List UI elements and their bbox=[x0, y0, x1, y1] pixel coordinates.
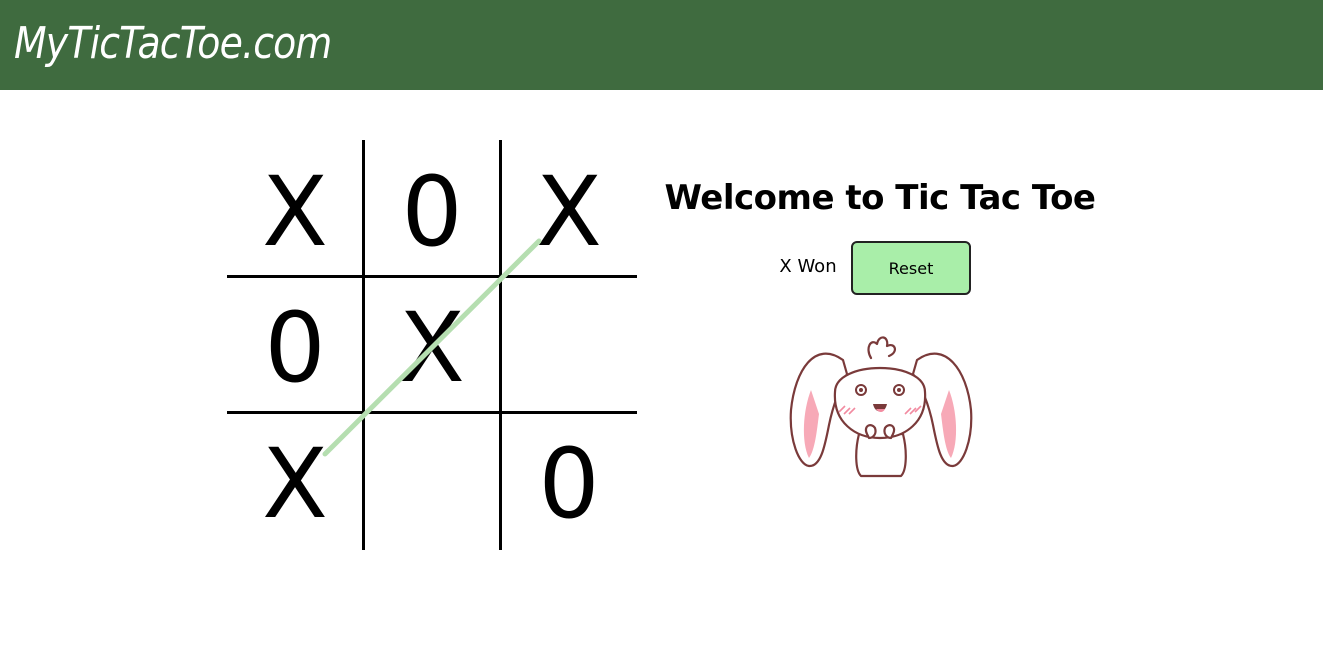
board-cell-9[interactable]: 0 bbox=[501, 416, 637, 552]
board-cell-7[interactable]: X bbox=[227, 416, 363, 552]
top-bar: MyTicTacToe.com bbox=[0, 0, 1323, 90]
board-cell-8[interactable] bbox=[364, 416, 500, 552]
board-cell-5[interactable]: X bbox=[364, 280, 500, 416]
board-cell-1[interactable]: X bbox=[227, 144, 363, 280]
game-status-text: X Won bbox=[779, 256, 837, 277]
bunny-mascot-icon bbox=[789, 336, 973, 478]
board-cell-2[interactable]: 0 bbox=[364, 144, 500, 280]
site-logo-text: MyTicTacToe.com bbox=[14, 18, 332, 69]
board-cell-4[interactable]: 0 bbox=[227, 280, 363, 416]
reset-button[interactable]: Reset bbox=[851, 241, 971, 295]
board-cell-6[interactable] bbox=[501, 280, 637, 416]
game-board: X 0 X 0 X X 0 bbox=[227, 140, 637, 550]
welcome-title: Welcome to Tic Tac Toe bbox=[664, 178, 1096, 218]
board-cell-3[interactable]: X bbox=[501, 144, 637, 280]
